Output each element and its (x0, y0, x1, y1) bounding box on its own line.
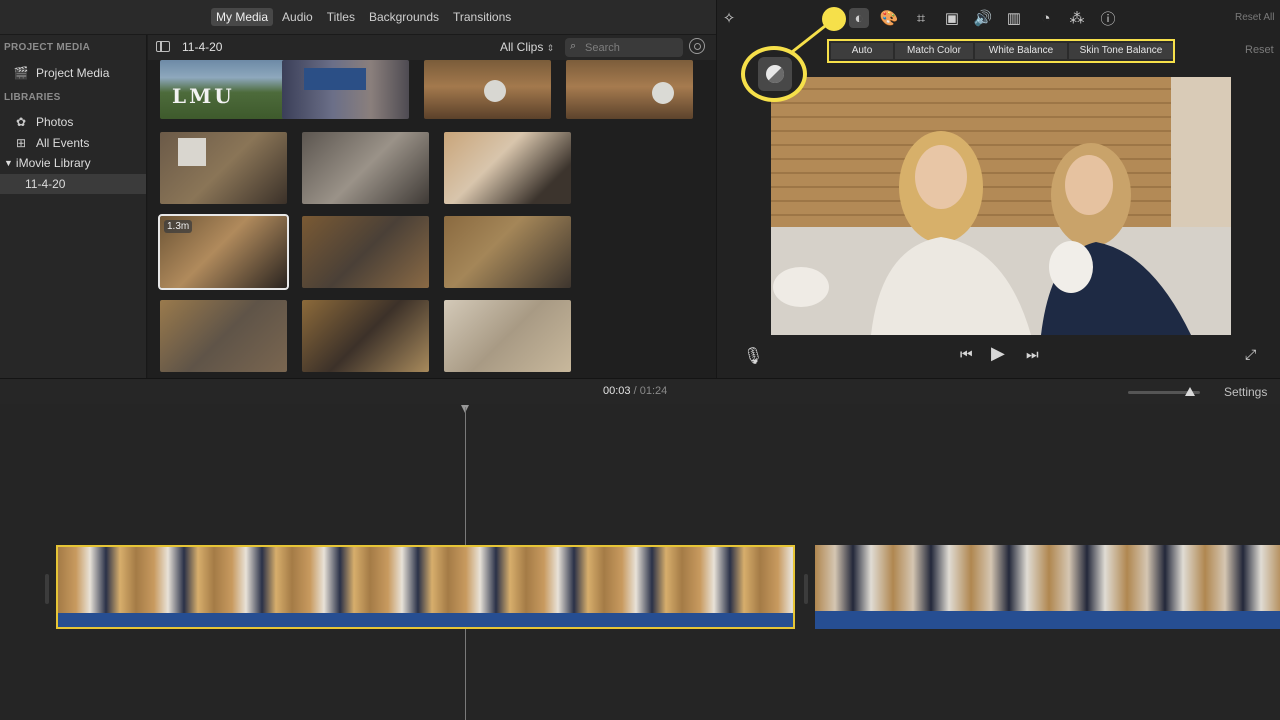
search-input[interactable] (585, 40, 679, 55)
pumpkin-image (652, 82, 674, 104)
zoom-slider-knob[interactable] (1185, 387, 1195, 396)
clip-thumbnail[interactable] (282, 60, 409, 119)
photos-icon: ✿ (15, 115, 27, 129)
clip-thumbnail[interactable] (302, 216, 429, 288)
clip-thumbnail[interactable] (566, 60, 693, 119)
skin-tone-balance-button[interactable]: Skin Tone Balance (1069, 43, 1173, 59)
sidebar-item-project-media[interactable]: 🎬 Project Media (0, 63, 146, 83)
clip-thumbnail[interactable] (424, 60, 551, 119)
clip-duration-badge: 1.3m (164, 220, 193, 233)
timecode: 00:03 / 01:24 (603, 385, 667, 397)
reset-button[interactable]: Reset (1245, 44, 1274, 56)
clip-filter-icon[interactable]: ⁂ (1067, 8, 1087, 28)
clip-trim-handle[interactable] (804, 574, 808, 604)
skip-back-icon[interactable]: ⏮ (960, 346, 973, 363)
clip-thumbnail[interactable] (302, 300, 429, 372)
sidebar-item-label: All Events (36, 136, 90, 150)
timeline-clip[interactable] (815, 545, 1280, 629)
search-field[interactable]: ⌕ (565, 38, 683, 57)
clips-filter-label: All Clips (500, 40, 544, 54)
tab-titles[interactable]: Titles (322, 8, 360, 26)
clip-thumbnail[interactable] (444, 132, 571, 204)
play-icon[interactable]: ▶ (991, 343, 1005, 364)
star-box-icon: ⊞ (15, 136, 27, 150)
clip-thumbnail[interactable]: LMU (160, 60, 287, 119)
search-icon: ⌕ (570, 40, 577, 52)
disclosure-triangle-icon[interactable]: ▼ (4, 158, 13, 168)
libraries-heading: LIBRARIES (4, 92, 61, 103)
match-color-button[interactable]: Match Color (895, 43, 973, 59)
clip-thumbnail-selected[interactable]: 1.3m (158, 214, 289, 290)
clip-filmstrip (58, 547, 793, 613)
timeline-settings-button[interactable]: Settings (1224, 385, 1267, 399)
clip-thumbnail[interactable] (444, 300, 571, 372)
sidebar-item-label: Photos (36, 115, 74, 129)
color-balance-options: Auto Match Color White Balance Skin Tone… (827, 39, 1175, 63)
clip-thumbnail[interactable] (160, 300, 287, 372)
clip-thumbnail[interactable] (302, 132, 429, 204)
media-tabs: My Media Audio Titles Backgrounds Transi… (211, 8, 520, 26)
audio-waveform (815, 611, 1280, 629)
preview-frame-image (771, 77, 1231, 335)
tab-audio[interactable]: Audio (277, 8, 318, 26)
clip-filmstrip (815, 545, 1280, 611)
current-time: 00:03 (603, 385, 631, 397)
total-time: 01:24 (639, 385, 668, 397)
sidebar-item-event[interactable]: 11-4-20 (0, 174, 146, 194)
video-preview[interactable] (771, 77, 1231, 335)
time-separator: / (633, 385, 637, 397)
sidebar-item-all-events[interactable]: ⊞ All Events (0, 133, 146, 153)
tab-my-media[interactable]: My Media (211, 8, 274, 26)
color-correction-icon[interactable]: 🎨 (879, 8, 899, 28)
heart-frame-image (178, 138, 206, 166)
volume-icon[interactable]: 🔊 (973, 8, 993, 28)
sidebar-item-imovie-library[interactable]: ▼ iMovie Library (0, 153, 146, 173)
white-balance-button[interactable]: White Balance (975, 43, 1067, 59)
pumpkin-image (484, 80, 506, 102)
microphone-icon[interactable]: 🎙 (743, 346, 763, 366)
media-toolbar: My Media Audio Titles Backgrounds Transi… (0, 0, 716, 35)
tab-backgrounds[interactable]: Backgrounds (364, 8, 444, 26)
callout-dot (822, 7, 846, 31)
sidebar-item-label: 11-4-20 (25, 177, 66, 191)
info-icon[interactable]: ⓘ (1098, 8, 1118, 28)
skip-forward-icon[interactable]: ⏭ (1026, 346, 1039, 363)
timeline-toolbar: 00:03 / 01:24 Settings (0, 378, 1280, 404)
clapper-icon: 🎬 (13, 66, 29, 80)
magic-wand-icon[interactable]: ✧ (719, 8, 739, 28)
crop-icon[interactable]: ⌗ (911, 8, 931, 28)
project-media-heading: PROJECT MEDIA (4, 42, 91, 53)
speed-icon[interactable]: ◔ (1036, 8, 1056, 28)
color-balance-glyph (766, 65, 785, 84)
sidebar-item-label: iMovie Library (15, 156, 91, 170)
browser-header: 11-4-20 All Clips ⇕ ⌕ (148, 35, 716, 60)
media-browser: 11-4-20 All Clips ⇕ ⌕ LMU 1.3m (148, 35, 716, 378)
gear-icon[interactable] (689, 38, 705, 54)
stabilization-icon[interactable]: ▣ (942, 8, 962, 28)
sidebar-item-photos[interactable]: ✿ Photos (0, 112, 146, 132)
tab-transitions[interactable]: Transitions (448, 8, 516, 26)
sidebar-toggle-icon[interactable] (156, 41, 170, 52)
color-balance-icon[interactable] (758, 57, 792, 91)
event-title: 11-4-20 (182, 40, 223, 54)
lmu-sign: LMU (172, 84, 235, 108)
reset-all-button[interactable]: Reset All (1235, 12, 1274, 23)
clip-trim-handle[interactable] (45, 574, 49, 604)
audio-waveform (58, 613, 793, 627)
clips-filter-dropdown[interactable]: All Clips ⇕ (500, 40, 554, 54)
sidebar-item-label: Project Media (36, 66, 110, 80)
banner-image (304, 68, 366, 90)
libraries-sidebar: PROJECT MEDIA 🎬 Project Media LIBRARIES … (0, 35, 147, 378)
clip-thumbnail[interactable] (160, 132, 287, 204)
chevron-updown-icon: ⇕ (546, 43, 555, 53)
fullscreen-icon[interactable]: ⤢ (1245, 346, 1256, 363)
timeline-clip-selected[interactable] (56, 545, 795, 629)
noise-reduction-icon[interactable]: ▥ (1004, 8, 1024, 28)
clip-thumbnail[interactable] (444, 216, 571, 288)
